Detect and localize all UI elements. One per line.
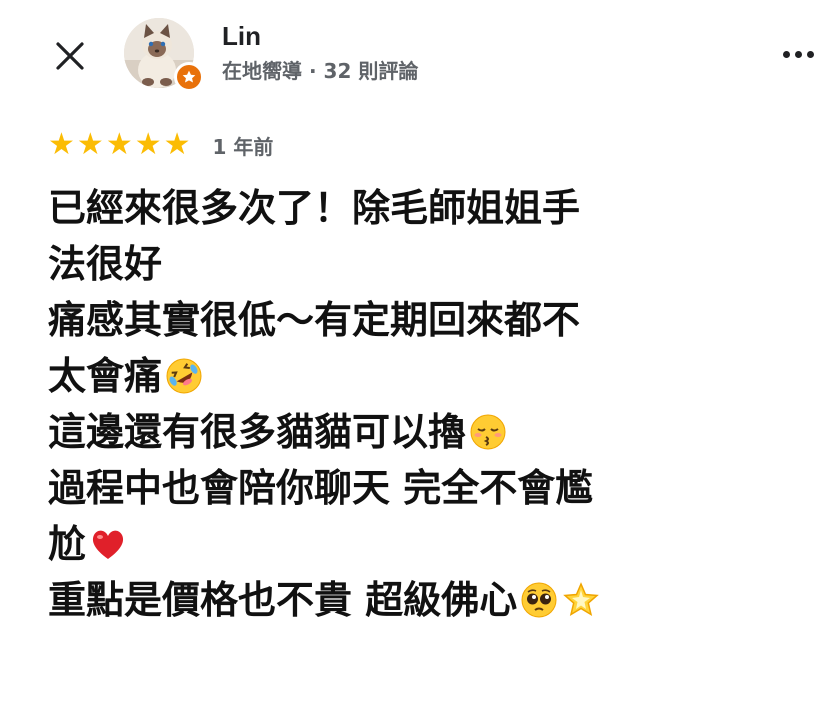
review-line-text: 太會痛 [48, 354, 163, 398]
review-line: 法很好 [48, 236, 818, 292]
review-text: 已經來很多次了！除毛師姐姐手 法很好痛感其實很低～有定期回來都不 太會痛這邊還有很多… [48, 180, 818, 628]
rolling-laughing-face-emoji-icon [166, 358, 202, 394]
review-line-text: 這邊還有很多貓貓可以擼 [48, 410, 467, 454]
star-icon: ★ [76, 127, 104, 162]
review-line: 尬 [48, 516, 818, 572]
star-icon: ★ [105, 127, 133, 162]
red-heart-emoji-icon [92, 530, 124, 559]
review-line: 這邊還有很多貓貓可以擼 [48, 404, 818, 460]
review-line: 太會痛 [48, 348, 818, 404]
star-icon: ★ [163, 127, 191, 162]
local-guide-badge [174, 62, 204, 92]
reviewer-avatar[interactable] [124, 18, 204, 96]
review-line: 重點是價格也不貴 超級佛心 [48, 572, 818, 628]
more-options-icon-dot [806, 50, 814, 58]
star-icon: ★ [48, 127, 75, 162]
reviewer-name[interactable]: Lin [222, 20, 261, 52]
kissing-face-closed-eyes-emoji-icon [470, 414, 506, 450]
review-line-text: 過程中也會陪你聊天 完全不會尷 [48, 466, 594, 510]
review-screen: Lin 在地嚮導 · 32 則評論 ★ ★ ★ ★ ★ 1 年前 已經來很多次了！除毛師… [0, 0, 834, 710]
close-button[interactable] [50, 36, 90, 76]
review-line: 過程中也會陪你聊天 完全不會尷 [48, 460, 818, 516]
review-line-text: 痛感其實很低～有定期回來都不 [48, 298, 581, 342]
more-options-button[interactable] [778, 42, 818, 66]
local-guide-star-icon [182, 70, 196, 83]
reviewer-meta: 在地嚮導 · 32 則評論 [222, 59, 419, 83]
more-options-icon-dot [782, 50, 790, 58]
pleading-face-emoji-icon [521, 582, 557, 618]
rating-row: ★ ★ ★ ★ ★ 1 年前 [48, 130, 273, 160]
review-line-text: 尬 [48, 522, 87, 566]
review-date: 1 年前 [212, 134, 274, 159]
review-line: 已經來很多次了！除毛師姐姐手 [48, 180, 818, 236]
review-line-text: 法很好 [48, 242, 163, 286]
close-icon [56, 42, 84, 70]
review-line-text: 已經來很多次了！除毛師姐姐手 [48, 186, 581, 230]
star-icon: ★ [134, 127, 162, 162]
star-rating: ★ ★ ★ ★ ★ [48, 130, 191, 160]
review-line-text: 重點是價格也不貴 超級佛心 [48, 578, 518, 622]
glowing-star-emoji-icon [563, 582, 600, 617]
more-options-icon-dot [794, 50, 802, 58]
review-line: 痛感其實很低～有定期回來都不 [48, 292, 818, 348]
